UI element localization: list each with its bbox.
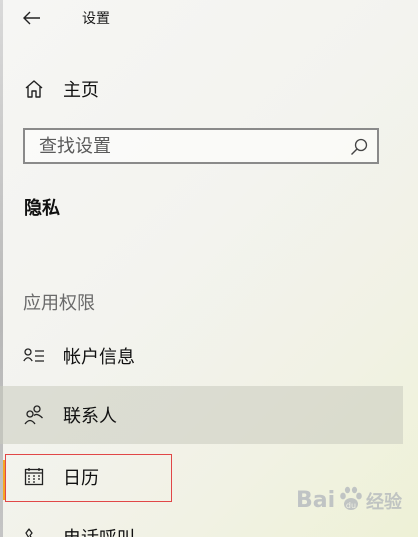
search-box[interactable] xyxy=(23,128,379,164)
sidebar-item-contacts[interactable]: 联系人 xyxy=(0,386,403,444)
phone-icon xyxy=(22,525,46,537)
account-info-icon xyxy=(22,344,46,368)
back-arrow-icon xyxy=(23,11,40,25)
back-button[interactable] xyxy=(16,4,48,32)
nav-home-label: 主页 xyxy=(63,80,99,101)
search-input[interactable] xyxy=(39,133,339,159)
app-permissions-header: 应用权限 xyxy=(23,293,95,314)
baidu-watermark: Bai du 经验 xyxy=(296,482,414,522)
sidebar-item-account-info[interactable]: 帐户信息 xyxy=(0,331,403,381)
title-bar: 设置 xyxy=(0,0,418,40)
calendar-icon xyxy=(22,465,46,489)
paw-icon: du xyxy=(340,486,362,510)
sidebar-item-label: 电话呼叫 xyxy=(63,524,135,537)
page-title: 隐私 xyxy=(24,198,60,219)
sidebar-item-label: 联系人 xyxy=(63,406,117,427)
contacts-icon xyxy=(22,403,46,427)
settings-window: 设置 主页 隐私 应用权限 帐户信息 xyxy=(0,0,418,537)
watermark-suffix: 经验 xyxy=(366,492,402,513)
nav-home[interactable]: 主页 xyxy=(0,64,403,114)
home-icon xyxy=(22,77,46,101)
svg-text:du: du xyxy=(346,501,356,510)
search-icon[interactable] xyxy=(349,137,369,157)
window-title: 设置 xyxy=(82,11,110,27)
watermark-brand: Bai xyxy=(296,488,336,513)
sidebar-item-label: 帐户信息 xyxy=(63,347,135,368)
sidebar-item-label: 日历 xyxy=(63,468,99,489)
